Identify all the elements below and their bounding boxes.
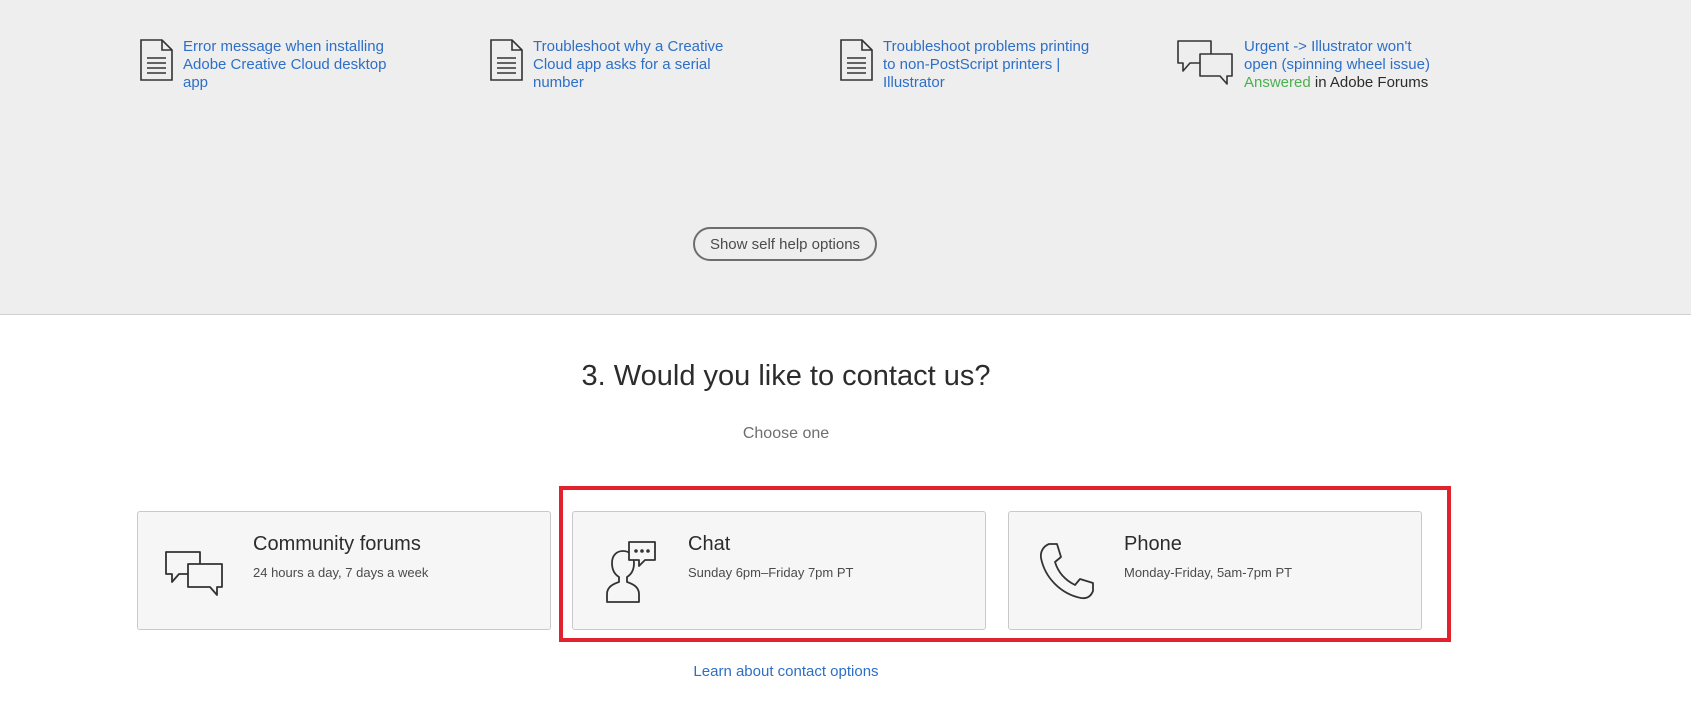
article-link[interactable]: Error message when installing Adobe Crea… [183, 38, 397, 92]
selection-highlight [559, 486, 1451, 642]
forum-thread-link[interactable]: Urgent -> Illustrator won't open (spinni… [1244, 38, 1446, 74]
forum-thread-item[interactable]: Urgent -> Illustrator won't open (spinni… [1176, 38, 1446, 92]
option-title: Community forums [253, 533, 421, 555]
document-icon [140, 39, 173, 81]
forum-source: in Adobe Forums [1314, 74, 1429, 91]
option-hours: 24 hours a day, 7 days a week [253, 565, 429, 580]
answered-status: Answered [1244, 74, 1311, 91]
document-icon [840, 39, 873, 81]
show-self-help-button[interactable]: Show self help options [693, 227, 877, 261]
article-item[interactable]: Troubleshoot why a Creative Cloud app as… [487, 38, 747, 92]
document-icon [490, 39, 523, 81]
article-link[interactable]: Troubleshoot why a Creative Cloud app as… [533, 38, 747, 92]
forum-icon [1177, 40, 1233, 85]
article-item[interactable]: Troubleshoot problems printing to non-Po… [837, 38, 1097, 92]
community-forums-option[interactable]: Community forums 24 hours a day, 7 days … [137, 511, 551, 630]
article-item[interactable]: Error message when installing Adobe Crea… [137, 38, 397, 92]
self-help-section: Error message when installing Adobe Crea… [0, 0, 1691, 315]
contact-heading: 3. Would you like to contact us? [581, 360, 991, 392]
forum-icon [165, 551, 223, 596]
contact-subheading: Choose one [742, 425, 830, 442]
learn-contact-options-link[interactable]: Learn about contact options [693, 663, 878, 680]
article-link[interactable]: Troubleshoot problems printing to non-Po… [883, 38, 1097, 92]
